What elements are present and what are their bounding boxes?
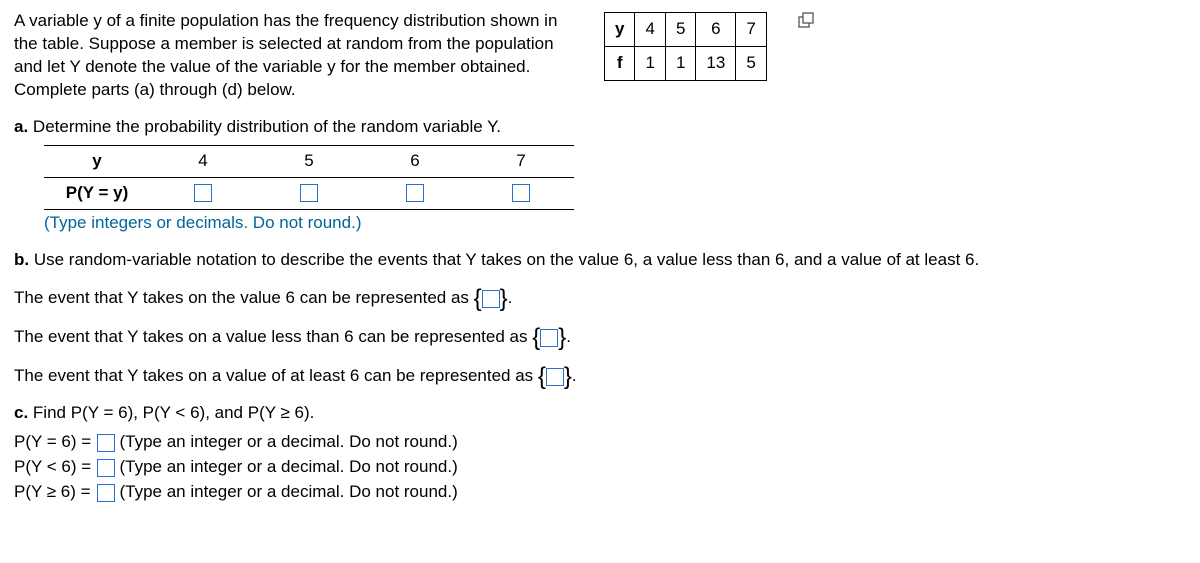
c-hint-3: (Type an integer or a decimal. Do not ro…	[119, 482, 457, 501]
b-line-2: The event that Y takes on a value less t…	[14, 326, 1186, 349]
part-a-prompt: a. Determine the probability distributio…	[14, 116, 1186, 139]
freq-y-2: 6	[696, 13, 736, 47]
freq-y-1: 5	[665, 13, 695, 47]
open-brace-icon: {	[474, 290, 482, 308]
c-row-2: P(Y < 6) = (Type an integer or a decimal…	[14, 456, 1186, 479]
part-c-prompt: c. Find P(Y = 6), P(Y < 6), and P(Y ≥ 6)…	[14, 402, 1186, 425]
prob-row-label-p: P(Y = y)	[44, 177, 150, 209]
answer-input-c3[interactable]	[97, 484, 115, 502]
close-brace-icon: }	[500, 290, 508, 308]
b-line-3: The event that Y takes on a value of at …	[14, 365, 1186, 388]
freq-row-label-f: f	[605, 46, 635, 80]
freq-y-3: 7	[736, 13, 766, 47]
answer-input-b3[interactable]	[546, 368, 564, 386]
open-brace-icon: {	[532, 329, 540, 347]
answer-input-p7[interactable]	[512, 184, 530, 202]
prob-col-2: 6	[362, 145, 468, 177]
answer-input-c2[interactable]	[97, 459, 115, 477]
prob-row-label-y: y	[44, 145, 150, 177]
freq-f-2: 13	[696, 46, 736, 80]
part-b-prompt: b. Use random-variable notation to descr…	[14, 249, 1186, 272]
prob-col-3: 7	[468, 145, 574, 177]
freq-y-0: 4	[635, 13, 665, 47]
answer-input-p5[interactable]	[300, 184, 318, 202]
popout-icon[interactable]	[797, 12, 815, 30]
open-brace-icon: {	[538, 368, 546, 386]
prob-col-1: 5	[256, 145, 362, 177]
freq-f-0: 1	[635, 46, 665, 80]
part-a-hint: (Type integers or decimals. Do not round…	[44, 212, 1186, 235]
probability-table: y 4 5 6 7 P(Y = y)	[44, 145, 574, 210]
c-row-3: P(Y ≥ 6) = (Type an integer or a decimal…	[14, 481, 1186, 504]
answer-input-c1[interactable]	[97, 434, 115, 452]
intro-text: A variable y of a finite population has …	[14, 10, 574, 102]
c-hint-1: (Type an integer or a decimal. Do not ro…	[119, 432, 457, 451]
freq-row-label-y: y	[605, 13, 635, 47]
c-hint-2: (Type an integer or a decimal. Do not ro…	[119, 457, 457, 476]
answer-input-b2[interactable]	[540, 329, 558, 347]
close-brace-icon: }	[564, 368, 572, 386]
prob-col-0: 4	[150, 145, 256, 177]
answer-input-p4[interactable]	[194, 184, 212, 202]
answer-input-p6[interactable]	[406, 184, 424, 202]
frequency-table: y 4 5 6 7 f 1 1 13 5	[604, 12, 767, 81]
b-line-1: The event that Y takes on the value 6 ca…	[14, 287, 1186, 310]
c-row-1: P(Y = 6) = (Type an integer or a decimal…	[14, 431, 1186, 454]
freq-f-3: 5	[736, 46, 766, 80]
freq-f-1: 1	[665, 46, 695, 80]
answer-input-b1[interactable]	[482, 290, 500, 308]
